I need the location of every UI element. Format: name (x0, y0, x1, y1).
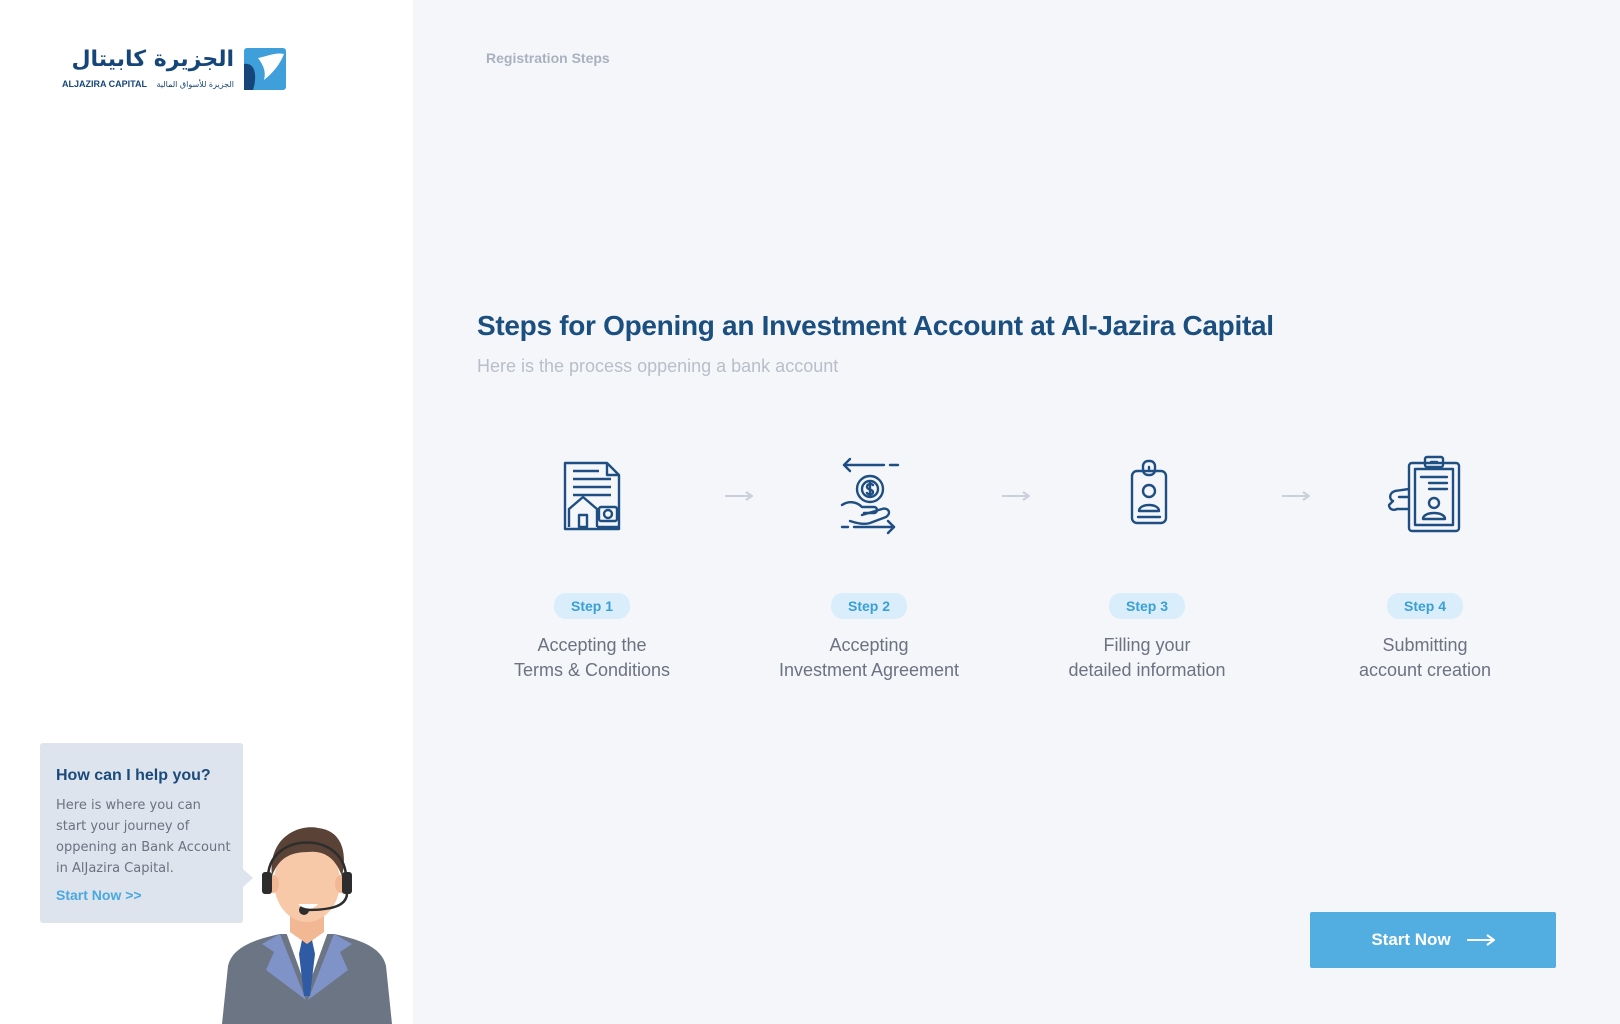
arrow-right-icon (725, 491, 753, 501)
step-label: Submitting account creation (1325, 633, 1525, 683)
main-content: Registration Steps Steps for Opening an … (413, 0, 1620, 1024)
step-2: Step 2 Accepting Investment Agreement (769, 455, 969, 683)
step-badge: Step 2 (830, 593, 907, 619)
start-now-label: Start Now (1371, 930, 1451, 949)
breadcrumb: Registration Steps (486, 50, 610, 66)
help-title: How can I help you? (56, 767, 211, 784)
start-now-button[interactable]: Start Now (1310, 912, 1556, 968)
step-label-line1: Accepting the (537, 635, 647, 655)
help-start-now-link[interactable]: Start Now >> (56, 887, 142, 903)
step-label: Filling your detailed information (1047, 633, 1247, 683)
page-subtitle: Here is the process oppening a bank acco… (477, 356, 839, 376)
arrow-right-icon (1002, 491, 1030, 501)
logo-arabic-tagline: الجزيرة للأسواق المالية (157, 79, 235, 89)
step-label: Accepting the Terms & Conditions (492, 633, 692, 683)
help-card: How can I help you? Here is where you ca… (40, 743, 253, 923)
step-4: Step 4 Submitting account creation (1325, 455, 1525, 683)
long-arrow-right-icon (1466, 934, 1495, 946)
logo-arabic-name: الجزيرة كابيتال (71, 47, 234, 72)
page-title: Steps for Opening an Investment Account … (477, 310, 1274, 341)
step-label-line2: Terms & Conditions (513, 660, 671, 680)
logo-latin-name: ALJAZIRA CAPITAL (62, 79, 147, 89)
clipboard-profile-icon (1387, 455, 1461, 533)
sidebar: الجزيرة كابيتال ALJAZIRA CAPITAL الجزيرة… (0, 0, 413, 1024)
step-badge: Step 3 (1108, 593, 1185, 619)
aljazira-capital-logo[interactable]: الجزيرة كابيتال ALJAZIRA CAPITAL الجزيرة… (62, 44, 288, 92)
hand-money-transfer-icon (840, 457, 900, 535)
step-label: Accepting Investment Agreement (769, 633, 969, 683)
step-label-line1: Filling your (1103, 635, 1191, 655)
document-house-icon (563, 461, 621, 531)
step-badge: Step 4 (1386, 593, 1463, 619)
support-agent-illustration (222, 827, 392, 1024)
step-label-line2: detailed information (1068, 660, 1226, 680)
step-label-line2: Investment Agreement (778, 660, 960, 680)
step-label-line1: Accepting (829, 635, 909, 655)
help-text: Here is where you can start your journey… (56, 798, 231, 876)
step-1: Step 1 Accepting the Terms & Conditions (492, 455, 692, 683)
arrow-right-icon (1282, 491, 1310, 501)
step-label-line2: account creation (1358, 660, 1492, 680)
step-3: Step 3 Filling your detailed information (1047, 455, 1247, 683)
step-label-line1: Submitting (1382, 635, 1468, 655)
steps-row: Step 1 Accepting the Terms & Conditions (477, 455, 1587, 685)
step-badge: Step 1 (553, 593, 630, 619)
id-badge-icon (1130, 459, 1168, 525)
